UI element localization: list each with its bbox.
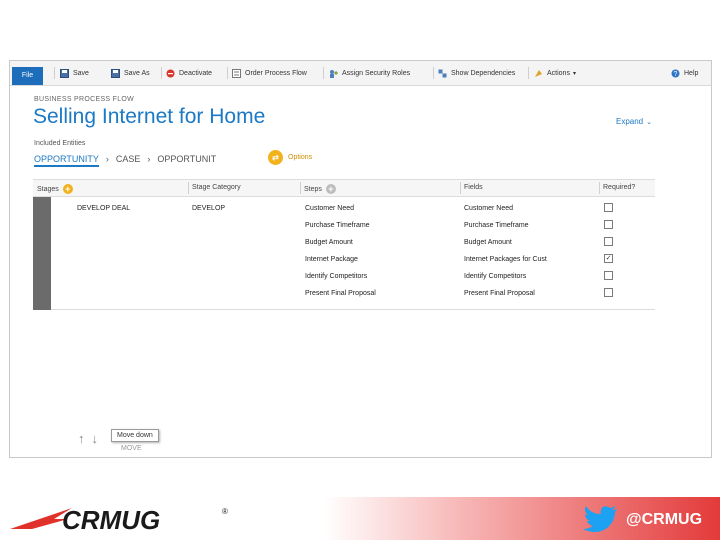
field-name[interactable]: Identify Competitors [464, 273, 526, 280]
column-separator [300, 182, 301, 194]
move-label: MOVE [121, 445, 142, 452]
included-entities-label: Included Entities [34, 140, 86, 147]
stages-header: Stages + [37, 184, 73, 194]
deactivate-button[interactable]: Deactivate [166, 66, 212, 80]
steps-header-label: Steps [304, 185, 322, 193]
order-process-flow-label: Order Process Flow [245, 69, 307, 77]
show-dependencies-button[interactable]: Show Dependencies [438, 66, 515, 80]
column-separator [188, 182, 189, 194]
dependencies-icon [438, 69, 447, 78]
entity-path: OPPORTUNITY › CASE › OPPORTUNIT [34, 154, 216, 167]
step-name[interactable]: Purchase Timeframe [305, 222, 370, 229]
breadcrumb: BUSINESS PROCESS FLOW [34, 96, 135, 103]
toolbar-separator [433, 67, 434, 79]
options-icon: ⇄ [268, 150, 283, 165]
assign-security-roles-label: Assign Security Roles [342, 69, 411, 77]
file-button[interactable]: File [12, 67, 43, 85]
crmug-logo: CRMUG ® [10, 505, 228, 535]
column-separator [599, 182, 600, 194]
required-checkbox[interactable] [604, 203, 613, 212]
page-title: Selling Internet for Home [33, 105, 266, 128]
save-label: Save [73, 69, 89, 77]
options-label: Options [288, 154, 313, 161]
actions-menu[interactable]: Actions ▾ [534, 66, 576, 80]
logo-text: CRMUG [62, 505, 160, 535]
grid-bottom-border [51, 309, 655, 310]
toolbar-separator [227, 67, 228, 79]
svg-text:?: ? [674, 71, 678, 78]
help-icon: ? [671, 69, 680, 78]
required-checkbox[interactable] [604, 237, 613, 246]
save-icon [60, 68, 69, 78]
save-button[interactable]: Save [60, 66, 89, 80]
expand-button[interactable]: Expand ⌄ [616, 117, 652, 126]
stage-category[interactable]: DEVELOP [192, 205, 225, 212]
deactivate-icon [166, 69, 175, 78]
chevron-right-icon: › [147, 154, 151, 164]
actions-icon [534, 69, 543, 78]
entity-opportunity[interactable]: OPPORTUNITY [34, 154, 99, 167]
toolbar-separator [528, 67, 529, 79]
move-controls: ↑ ↓ [78, 431, 98, 446]
toolbar-separator [54, 67, 55, 79]
chevron-down-icon: ⌄ [646, 119, 653, 126]
required-checkbox[interactable] [604, 271, 613, 280]
assign-security-roles-button[interactable]: Assign Security Roles [329, 66, 410, 80]
save-as-label: Save As [124, 69, 150, 77]
actions-label: Actions [547, 69, 570, 77]
help-label: Help [684, 69, 699, 77]
stage-name[interactable]: DEVELOP DEAL [77, 205, 130, 212]
steps-header: Steps + [304, 184, 336, 194]
toolbar-separator [161, 67, 162, 79]
twitter-bird-icon [583, 506, 617, 532]
order-flow-icon [232, 68, 241, 78]
stage-category-header: Stage Category [192, 184, 241, 191]
required-checkbox[interactable] [604, 288, 613, 297]
required-header: Required? [603, 184, 636, 191]
field-name[interactable]: Budget Amount [464, 239, 512, 246]
entity-case[interactable]: CASE [116, 154, 141, 164]
stage-selection-bar[interactable] [33, 197, 51, 310]
field-name[interactable]: Customer Need [464, 205, 513, 212]
options-button[interactable]: ⇄ Options [268, 150, 312, 165]
add-stage-icon[interactable]: + [62, 184, 73, 194]
twitter-handle[interactable]: @CRMUG [626, 510, 706, 530]
help-menu[interactable]: ? Help [671, 66, 698, 80]
process-editor-window: File Save Save As Deactivate Order Proce… [9, 60, 712, 458]
field-name[interactable]: Present Final Proposal [464, 290, 535, 297]
show-dependencies-label: Show Dependencies [451, 69, 516, 77]
security-roles-icon [329, 69, 338, 78]
deactivate-label: Deactivate [179, 69, 213, 77]
required-checkbox[interactable] [604, 220, 613, 229]
registered-mark: ® [222, 507, 228, 516]
command-bar: File Save Save As Deactivate Order Proce… [10, 61, 711, 86]
arrow-up-icon[interactable]: ↑ [78, 431, 85, 446]
entity-opportunity-2[interactable]: OPPORTUNIT [157, 154, 216, 164]
step-name[interactable]: Customer Need [305, 205, 354, 212]
step-name[interactable]: Budget Amount [305, 239, 353, 246]
save-as-icon [111, 68, 120, 78]
save-as-button[interactable]: Save As [111, 66, 150, 80]
expand-label: Expand [616, 117, 644, 126]
chevron-right-icon: › [105, 154, 109, 164]
order-process-flow-button[interactable]: Order Process Flow [232, 66, 307, 80]
add-step-icon[interactable]: + [325, 184, 336, 194]
step-name[interactable]: Present Final Proposal [305, 290, 376, 297]
stages-header-label: Stages [37, 185, 59, 193]
field-name[interactable]: Purchase Timeframe [464, 222, 529, 229]
move-down-tooltip: Move down [111, 429, 159, 442]
fields-header: Fields [464, 184, 483, 191]
step-name[interactable]: Identify Competitors [305, 273, 367, 280]
toolbar-separator [323, 67, 324, 79]
step-name[interactable]: Internet Package [305, 256, 358, 263]
grid-header: Stages + Stage Category Steps + Fields Req… [33, 179, 655, 197]
field-name[interactable]: Internet Packages for Cust [464, 256, 547, 263]
chevron-down-icon: ▾ [572, 70, 576, 77]
arrow-down-icon[interactable]: ↓ [92, 431, 99, 446]
required-checkbox[interactable]: ✓ [604, 254, 613, 263]
column-separator [460, 182, 461, 194]
